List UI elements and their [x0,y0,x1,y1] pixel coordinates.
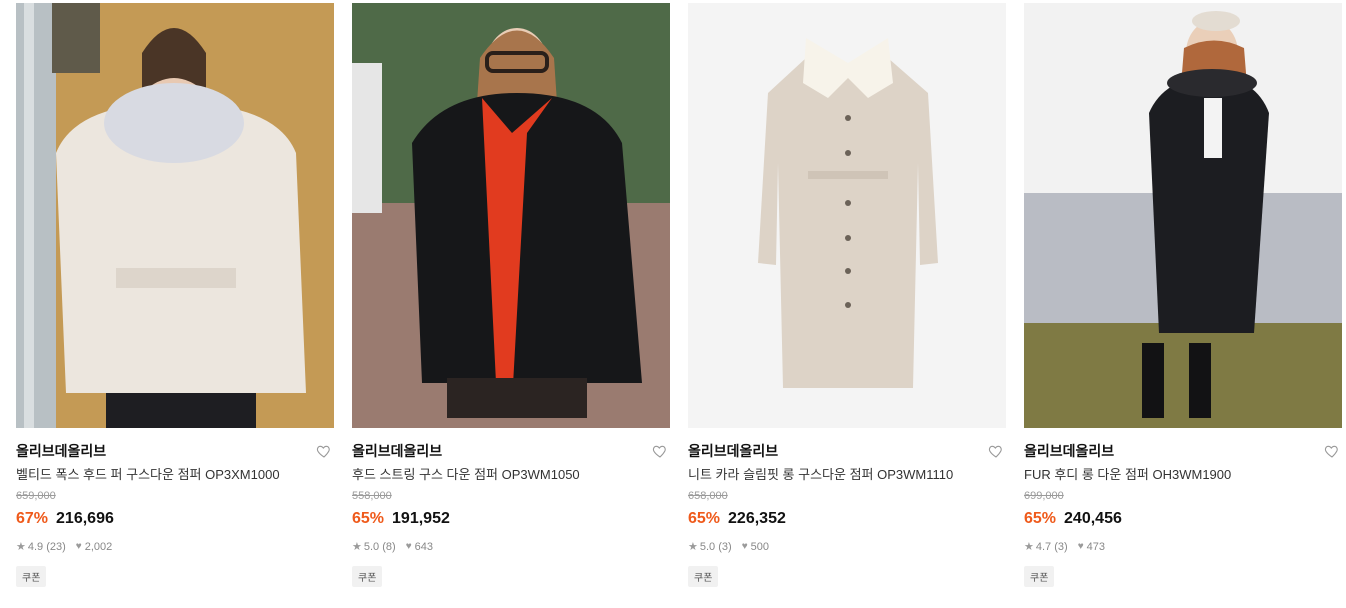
product-title[interactable]: 벨티드 폭스 후드 퍼 구스다운 점퍼 OP3XM1000 [16,466,334,483]
sale-price: 240,456 [1064,510,1122,527]
sale-price: 226,352 [728,510,786,527]
discount-rate: 67% [16,510,49,527]
review-meta: ★ 4.9 (23) ♥ 2,002 [16,540,334,554]
star-icon: ★ [1024,541,1034,553]
heart-count-icon: ♥ [1077,541,1084,552]
review-count: (3) [718,541,732,553]
review-count: (3) [1054,541,1068,553]
price-row: 65% 226,352 [688,508,1006,530]
rating: 4.9 [27,541,44,553]
product-card[interactable]: 올리브데올리브 FUR 후디 롱 다운 점퍼 OH3WM1900 699,000… [1024,3,1342,587]
discount-rate: 65% [352,510,385,527]
product-title[interactable]: FUR 후디 롱 다운 점퍼 OH3WM1900 [1024,466,1342,483]
review-count: (23) [46,541,66,553]
sale-price: 216,696 [56,510,114,527]
original-price: 659,000 [16,490,56,502]
brand-name[interactable]: 올리브데올리브 [1024,442,1342,460]
discount-rate: 65% [688,510,721,527]
brand-name[interactable]: 올리브데올리브 [16,442,334,460]
discount-rate: 65% [1024,510,1057,527]
product-image[interactable] [352,3,670,428]
rating: 5.0 [699,541,716,553]
rating: 4.7 [1035,541,1052,553]
heart-count-icon: ♥ [405,541,412,552]
product-title[interactable]: 후드 스트링 구스 다운 점퍼 OP3WM1050 [352,466,670,483]
like-count: 473 [1086,541,1105,553]
product-image[interactable] [688,3,1006,428]
product-image[interactable] [16,3,334,428]
star-icon: ★ [16,541,26,553]
like-count: 643 [414,541,433,553]
original-price: 658,000 [688,490,728,502]
review-count: (8) [382,541,396,553]
original-price: 699,000 [1024,490,1064,502]
coupon-badge: 쿠폰 [352,566,383,587]
like-count: 500 [750,541,769,553]
review-meta: ★ 5.0 (8) ♥ 643 [352,540,670,554]
product-image[interactable] [1024,3,1342,428]
coupon-badge: 쿠폰 [1024,566,1055,587]
product-card[interactable]: 올리브데올리브 니트 카라 슬림핏 롱 구스다운 점퍼 OP3WM1110 65… [688,3,1006,587]
review-meta: ★ 4.7 (3) ♥ 473 [1024,540,1342,554]
product-title[interactable]: 니트 카라 슬림핏 롱 구스다운 점퍼 OP3WM1110 [688,466,1006,483]
star-icon: ★ [352,541,362,553]
wishlist-heart-icon[interactable] [988,443,1004,459]
price-row: 67% 216,696 [16,508,334,530]
wishlist-heart-icon[interactable] [652,443,668,459]
original-price: 558,000 [352,490,392,502]
heart-count-icon: ♥ [75,541,82,552]
coupon-badge: 쿠폰 [16,566,47,587]
wishlist-heart-icon[interactable] [1324,443,1340,459]
rating: 5.0 [363,541,380,553]
price-row: 65% 240,456 [1024,508,1342,530]
star-icon: ★ [688,541,698,553]
product-grid: 올리브데올리브 벨티드 폭스 후드 퍼 구스다운 점퍼 OP3XM1000 65… [0,0,1346,608]
brand-name[interactable]: 올리브데올리브 [688,442,1006,460]
like-count: 2,002 [84,541,113,553]
wishlist-heart-icon[interactable] [316,443,332,459]
brand-name[interactable]: 올리브데올리브 [352,442,670,460]
heart-count-icon: ♥ [741,541,748,552]
product-card[interactable]: 올리브데올리브 벨티드 폭스 후드 퍼 구스다운 점퍼 OP3XM1000 65… [16,3,334,587]
sale-price: 191,952 [392,510,450,527]
coupon-badge: 쿠폰 [688,566,719,587]
review-meta: ★ 5.0 (3) ♥ 500 [688,540,1006,554]
price-row: 65% 191,952 [352,508,670,530]
product-card[interactable]: 올리브데올리브 후드 스트링 구스 다운 점퍼 OP3WM1050 558,00… [352,3,670,587]
